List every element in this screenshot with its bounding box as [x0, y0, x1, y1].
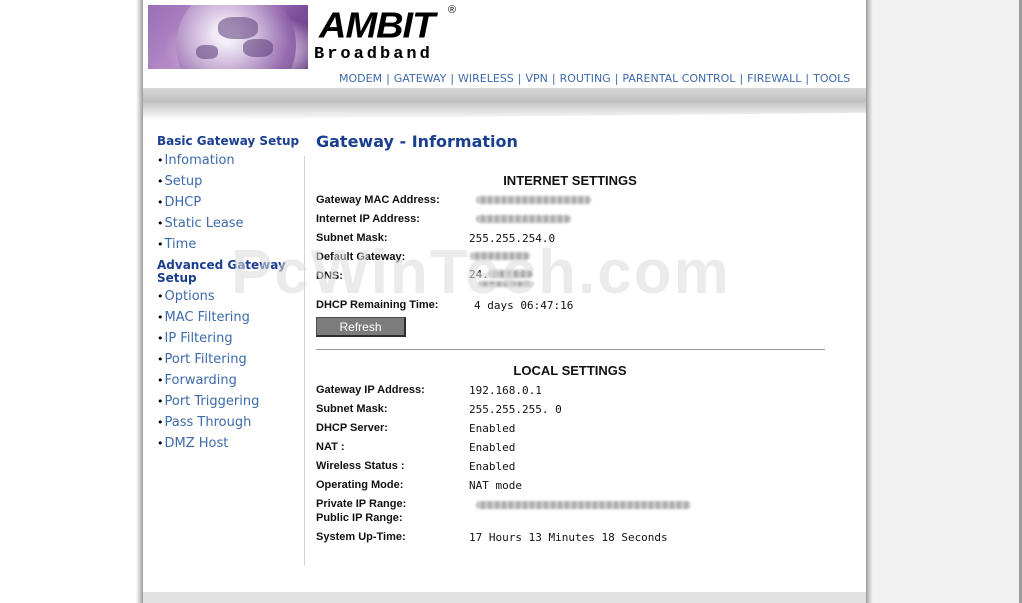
internet-settings-heading: INTERNET SETTINGS	[503, 173, 637, 188]
redacted-ip-value	[476, 215, 571, 223]
internet-ip-label: Internet IP Address:	[316, 213, 420, 225]
bullet-icon: •	[157, 311, 164, 324]
bullet-icon: •	[157, 353, 164, 366]
wireless-status-label: Wireless Status :	[316, 460, 405, 472]
nav-parental-control[interactable]: PARENTAL CONTROL	[622, 72, 735, 85]
system-uptime-value: 17 Hours 13 Minutes 18 Seconds	[469, 531, 668, 544]
bullet-icon: •	[157, 416, 164, 429]
sidebar-item-label: Port Filtering	[164, 352, 247, 367]
sidebar-item-dmz-host[interactable]: •DMZ Host	[157, 436, 307, 457]
nat-value: Enabled	[469, 441, 516, 454]
bullet-icon: •	[157, 437, 164, 450]
sidebar-item-forwarding[interactable]: •Forwarding	[157, 373, 307, 394]
sidebar-item-port-filtering[interactable]: •Port Filtering	[157, 352, 307, 373]
local-settings-heading: LOCAL SETTINGS	[513, 363, 627, 378]
bullet-icon: •	[157, 374, 164, 387]
registered-mark: ®	[448, 4, 457, 16]
operating-mode-label: Operating Mode:	[316, 479, 404, 491]
private-ip-range-label: Private IP Range:	[316, 498, 407, 510]
redacted-mac-value	[476, 196, 591, 204]
sidebar-item-label: Pass Through	[164, 415, 252, 430]
top-navigation: MODEM | GATEWAY | WIRELESS | VPN | ROUTING | PAREN…	[339, 72, 851, 85]
bullet-icon: •	[157, 196, 164, 209]
wireless-status-value: Enabled	[469, 460, 516, 473]
sidebar-item-port-triggering[interactable]: •Port Triggering	[157, 394, 307, 415]
gateway-mac-label: Gateway MAC Address:	[316, 194, 440, 206]
sidebar-item-label: DMZ Host	[164, 436, 229, 451]
nav-modem[interactable]: MODEM	[339, 72, 382, 85]
nav-routing[interactable]: ROUTING	[560, 72, 611, 85]
router-page: AMBIT ® Broadband MODEM | GATEWAY | WIRELESS…	[143, 0, 866, 592]
sidebar-heading-basic: Basic Gateway Setup	[157, 134, 300, 148]
sidebar-item-label: Infomation	[164, 153, 235, 168]
sidebar-divider	[304, 156, 305, 566]
sidebar-item-infomation[interactable]: •Infomation	[157, 153, 307, 174]
sidebar-item-label: Time	[164, 237, 197, 252]
sidebar-item-label: MAC Filtering	[164, 310, 250, 325]
nav-vpn[interactable]: VPN	[526, 72, 548, 85]
sidebar-item-label: Port Triggering	[164, 394, 260, 409]
nat-label: NAT :	[316, 441, 345, 453]
bullet-icon: •	[157, 332, 164, 345]
public-ip-range-label: Public IP Range:	[316, 512, 403, 524]
watermark: PcWinTech.com	[231, 238, 731, 307]
nav-gateway[interactable]: GATEWAY	[394, 72, 447, 85]
right-margin	[873, 0, 1019, 603]
sidebar-item-label: Options	[164, 289, 215, 304]
brand-logo: AMBIT	[319, 6, 435, 46]
dhcp-server-value: Enabled	[469, 422, 516, 435]
sidebar-item-label: Static Lease	[164, 216, 244, 231]
redacted-ip-range-value	[476, 501, 691, 509]
sidebar-item-pass-through[interactable]: •Pass Through	[157, 415, 307, 436]
sidebar-item-ip-filtering[interactable]: •IP Filtering	[157, 331, 307, 352]
local-subnet-mask-value: 255.255.255. 0	[469, 403, 562, 416]
nav-firewall[interactable]: FIREWALL	[747, 72, 801, 85]
gateway-ip-label: Gateway IP Address:	[316, 384, 425, 396]
bullet-icon: •	[157, 395, 164, 408]
left-margin	[0, 0, 143, 603]
sidebar-item-mac-filtering[interactable]: •MAC Filtering	[157, 310, 307, 331]
sidebar-item-label: Forwarding	[164, 373, 237, 388]
globe-banner-image	[148, 5, 308, 69]
gateway-ip-value: 192.168.0.1	[469, 384, 542, 397]
sidebar-item-label: DHCP	[164, 195, 202, 210]
bullet-icon: •	[157, 217, 164, 230]
operating-mode-value: NAT mode	[469, 479, 522, 492]
sidebar-item-setup[interactable]: •Setup	[157, 174, 307, 195]
sidebar-item-label: IP Filtering	[164, 331, 233, 346]
sidebar-item-static-lease[interactable]: •Static Lease	[157, 216, 307, 237]
refresh-button[interactable]: Refresh	[316, 317, 406, 337]
section-divider	[316, 349, 825, 350]
bullet-icon: •	[157, 290, 164, 303]
sidebar-item-label: Setup	[164, 174, 203, 189]
local-subnet-mask-label: Subnet Mask:	[316, 403, 388, 415]
right-frame-shadow	[866, 0, 873, 603]
system-uptime-label: System Up-Time:	[316, 531, 406, 543]
brand-subtitle: Broadband	[314, 45, 433, 64]
page-footer-band	[143, 592, 866, 603]
bullet-icon: •	[157, 238, 164, 251]
header-swoosh-divider	[143, 88, 866, 120]
nav-tools[interactable]: TOOLS	[813, 72, 850, 85]
bullet-icon: •	[157, 154, 164, 167]
nav-wireless[interactable]: WIRELESS	[458, 72, 514, 85]
left-frame-shadow	[136, 0, 143, 603]
sidebar-item-dhcp[interactable]: •DHCP	[157, 195, 307, 216]
page-title: Gateway - Information	[316, 132, 518, 151]
bullet-icon: •	[157, 175, 164, 188]
dhcp-server-label: DHCP Server:	[316, 422, 388, 434]
